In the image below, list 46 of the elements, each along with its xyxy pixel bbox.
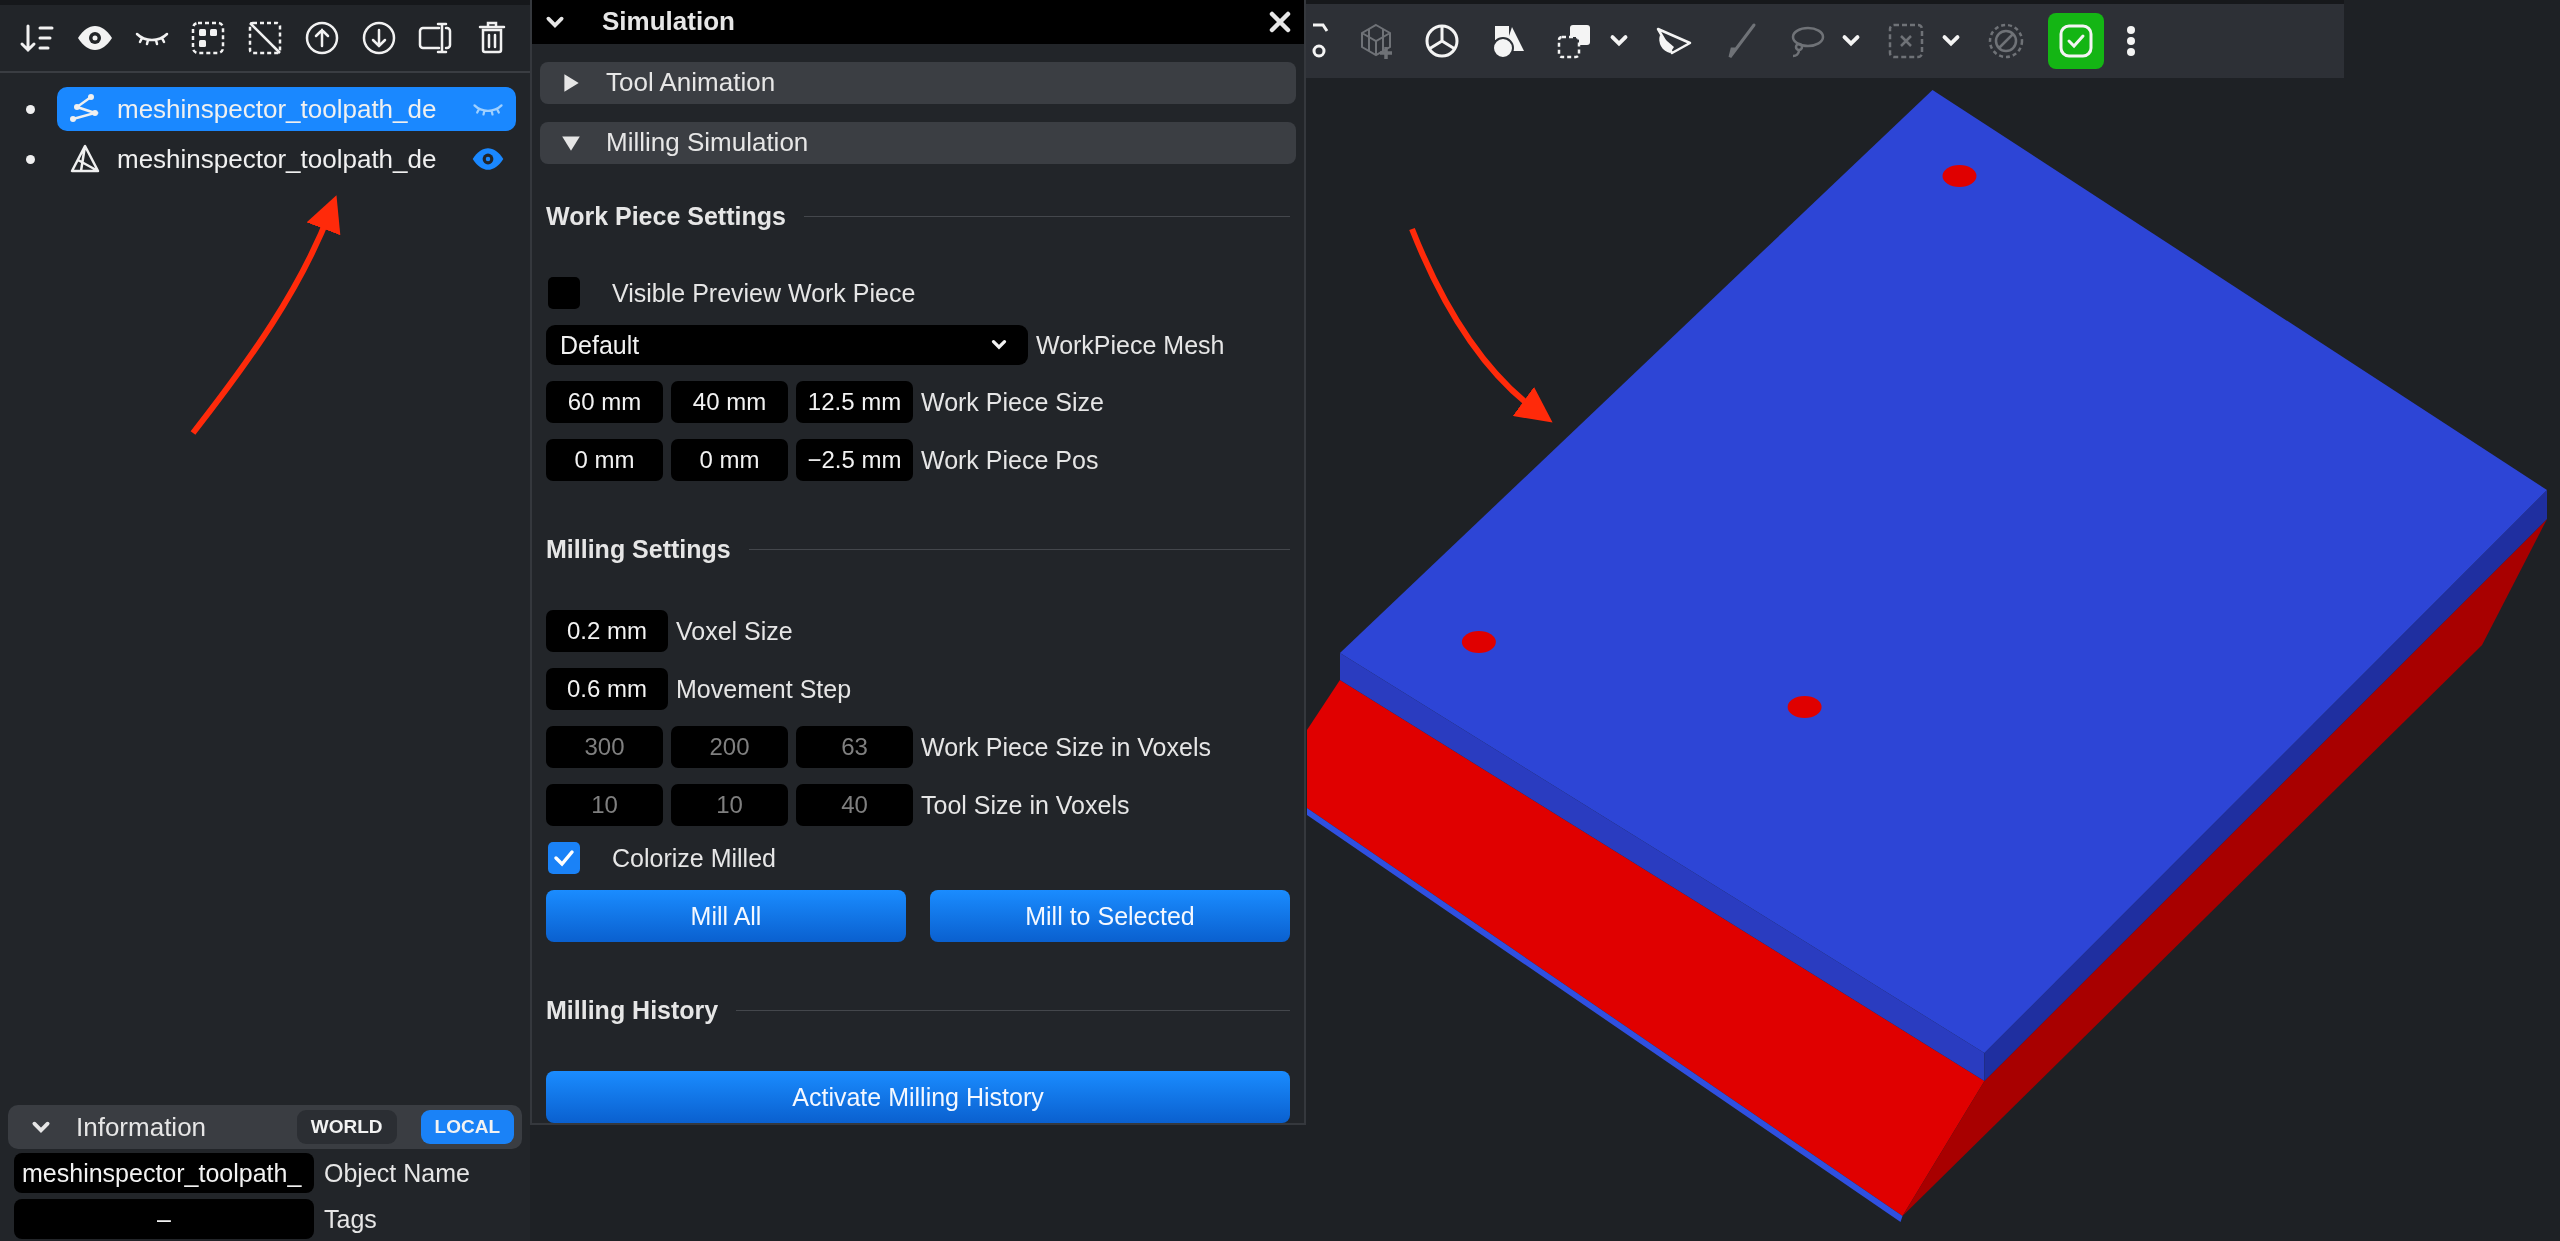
input-field[interactable]: 40 mm <box>671 381 788 423</box>
input-field[interactable]: – <box>14 1199 314 1239</box>
dropdown[interactable]: Default <box>546 325 1028 365</box>
input-field[interactable]: 0.6 mm <box>546 668 668 710</box>
section-heading: Milling Settings <box>546 535 731 564</box>
section-title: Information <box>76 1111 208 1143</box>
more-icon <box>2126 25 2136 57</box>
information-header[interactable]: Information WORLD LOCAL <box>8 1105 522 1149</box>
field-label: Tags <box>324 1204 377 1234</box>
field-label: Tool Size in Voxels <box>921 790 1130 820</box>
bullet-icon <box>26 154 35 164</box>
collapsible-header[interactable]: Milling Simulation <box>540 121 1296 164</box>
field-label: Object Name <box>324 1158 470 1188</box>
input-field[interactable]: meshinspector_toolpath_ <box>14 1153 314 1193</box>
toggle-button[interactable]: WORLD <box>296 1110 397 1144</box>
polyline-icon <box>69 93 101 125</box>
action-button[interactable]: Mill All <box>546 890 906 942</box>
checkbox[interactable] <box>548 277 580 309</box>
field-label: Movement Step <box>676 674 852 704</box>
input-field[interactable]: 12.5 mm <box>796 381 913 423</box>
checkbox-label: Visible Preview Work Piece <box>612 278 916 308</box>
field-label: WorkPiece Mesh <box>1036 330 1225 360</box>
bullet-icon <box>26 104 35 114</box>
action-button[interactable]: Mill to Selected <box>930 890 1290 942</box>
cross-box-icon <box>1886 21 1926 61</box>
section-heading: Work Piece Settings <box>546 202 786 231</box>
input-field[interactable]: 60 mm <box>546 381 663 423</box>
field-label: Work Piece Size <box>921 387 1104 417</box>
action-button[interactable]: Activate Milling History <box>546 1071 1290 1123</box>
prohibited-icon <box>1986 21 2026 61</box>
panel-title: Simulation <box>602 6 736 38</box>
field-label: Work Piece Pos <box>921 445 1099 475</box>
checkmark-button[interactable] <box>2048 13 2104 69</box>
field-label: Work Piece Size in Voxels <box>921 732 1211 762</box>
field-label: Voxel Size <box>676 616 793 646</box>
tree-item[interactable]: meshinspector_toolpath_de <box>57 137 516 181</box>
checkbox-label: Colorize Milled <box>612 843 776 873</box>
input-field[interactable]: 0 mm <box>671 439 788 481</box>
input-field[interactable]: 0 mm <box>546 439 663 481</box>
section-heading: Milling History <box>546 996 719 1025</box>
checkbox[interactable] <box>548 842 580 874</box>
close-icon[interactable] <box>1268 9 1292 34</box>
mesh-triangle-icon <box>69 143 101 175</box>
input-field[interactable]: 0.2 mm <box>546 610 668 652</box>
collapsible-header[interactable]: Tool Animation <box>540 61 1296 104</box>
input-field[interactable]: −2.5 mm <box>796 439 913 481</box>
